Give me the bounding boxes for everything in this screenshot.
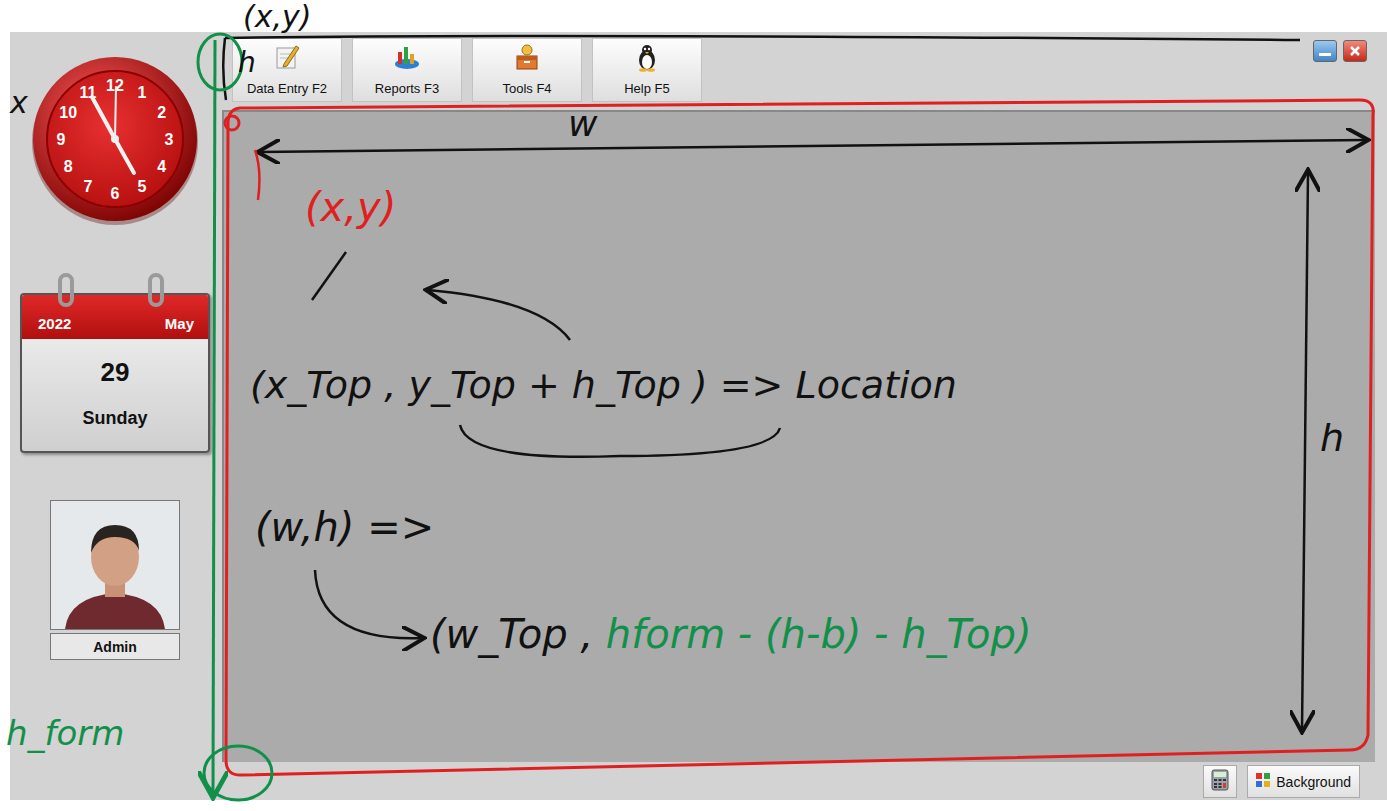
reports-chart-icon <box>392 42 422 72</box>
clock-number: 5 <box>138 178 147 195</box>
calendar-rings-icon <box>20 273 210 313</box>
clock-number: 9 <box>57 131 66 148</box>
clock-number: 7 <box>84 178 93 195</box>
calendar-header: 2022 May <box>22 295 208 339</box>
background-button-label: Background <box>1276 774 1351 790</box>
clock-face: 121234567891011 <box>30 55 200 225</box>
bottom-bar: Background <box>222 762 1375 798</box>
left-panel: 121234567891011 2022May29Sunday Admin <box>10 32 222 800</box>
note-text: w <box>568 104 597 144</box>
calculator-icon <box>1210 769 1230 794</box>
handwritten-note: (x,y) <box>243 0 311 33</box>
mdi-area <box>222 110 1375 762</box>
clock-number: 3 <box>165 131 174 148</box>
note-text: h <box>1320 418 1344 460</box>
window-buttons <box>1313 40 1367 62</box>
background-button[interactable]: Background <box>1247 765 1360 798</box>
toolbar-button[interactable]: Tools F4 <box>472 38 582 102</box>
toolbar-button-label: Help F5 <box>624 81 670 96</box>
note-text: (x_Top , y_Top + h_Top ) => Location <box>250 365 957 407</box>
toolbar-button[interactable]: Reports F3 <box>352 38 462 102</box>
handwritten-note: (w,h) => <box>255 505 434 549</box>
right-panel: Data Entry F2 Reports F3 Tools F4 Help F5 B… <box>222 32 1375 800</box>
user-name-label: Admin <box>50 633 180 660</box>
clock-number: 1 <box>138 84 147 101</box>
note-text: (w,h) => <box>255 505 434 549</box>
top-bar: Data Entry F2 Reports F3 Tools F4 Help F5 <box>222 32 1375 110</box>
calendar-day: 29 <box>22 339 208 388</box>
handwritten-note: x <box>10 86 28 119</box>
note-text: (x,y) <box>243 0 311 33</box>
toolbar-button-label: Reports F3 <box>375 81 439 96</box>
main-window: 121234567891011 2022May29Sunday Admin Da… <box>10 32 1387 800</box>
calendar-month: May <box>165 315 194 332</box>
clock-number: 10 <box>59 104 77 121</box>
color-grid-icon <box>1256 773 1270 790</box>
help-penguin-icon <box>632 42 662 72</box>
user-card: Admin <box>50 500 180 660</box>
data-entry-icon <box>272 42 302 72</box>
note-text: h_form <box>6 715 124 752</box>
clock-number: 2 <box>157 104 166 121</box>
annotation-layer: (x,y) h x w (x,y) (x_Top , y_Top + h_Top ) =>… <box>0 0 1387 811</box>
toolbar-button-label: Data Entry F2 <box>247 81 327 96</box>
handwritten-note: (x_Top , y_Top + h_Top ) => Location <box>250 365 957 407</box>
handwritten-note: (w_Top , hform - (h-b) - h_Top) <box>430 612 1032 656</box>
calendar: 2022 May 29Sunday <box>20 273 210 453</box>
annotation-strokes <box>0 0 1387 811</box>
tools-box-icon <box>512 42 542 72</box>
toolbar-button-label: Tools F4 <box>502 81 551 96</box>
handwritten-note: w <box>568 104 597 144</box>
close-icon[interactable] <box>1343 40 1367 62</box>
handwritten-note: (x,y) <box>305 185 396 229</box>
handwritten-note: h <box>1320 418 1344 460</box>
note-text: x <box>10 86 28 119</box>
clock-number: 6 <box>111 185 120 202</box>
note-text: (w_Top , <box>430 612 606 656</box>
note-text: (x,y) <box>305 185 396 229</box>
toolbar-button[interactable]: Help F5 <box>592 38 702 102</box>
toolbar: Data Entry F2 Reports F3 Tools F4 Help F5 <box>222 32 702 102</box>
clock-number: 8 <box>64 158 73 175</box>
toolbar-button[interactable]: Data Entry F2 <box>232 38 342 102</box>
clock: 121234567891011 <box>30 55 200 225</box>
calendar-year: 2022 <box>38 315 71 332</box>
calendar-weekday: Sunday <box>22 388 208 441</box>
handwritten-note: h <box>238 48 256 79</box>
note-text: h <box>238 48 256 79</box>
user-photo <box>50 500 180 630</box>
calendar-page: 2022 May 29Sunday <box>20 293 210 453</box>
clock-number: 4 <box>157 158 166 175</box>
handwritten-note: h_form <box>6 715 124 752</box>
calculator-button[interactable] <box>1203 765 1237 798</box>
minimize-icon[interactable] <box>1313 40 1337 62</box>
note-text: hform - (h-b) - h_Top) <box>606 612 1032 656</box>
